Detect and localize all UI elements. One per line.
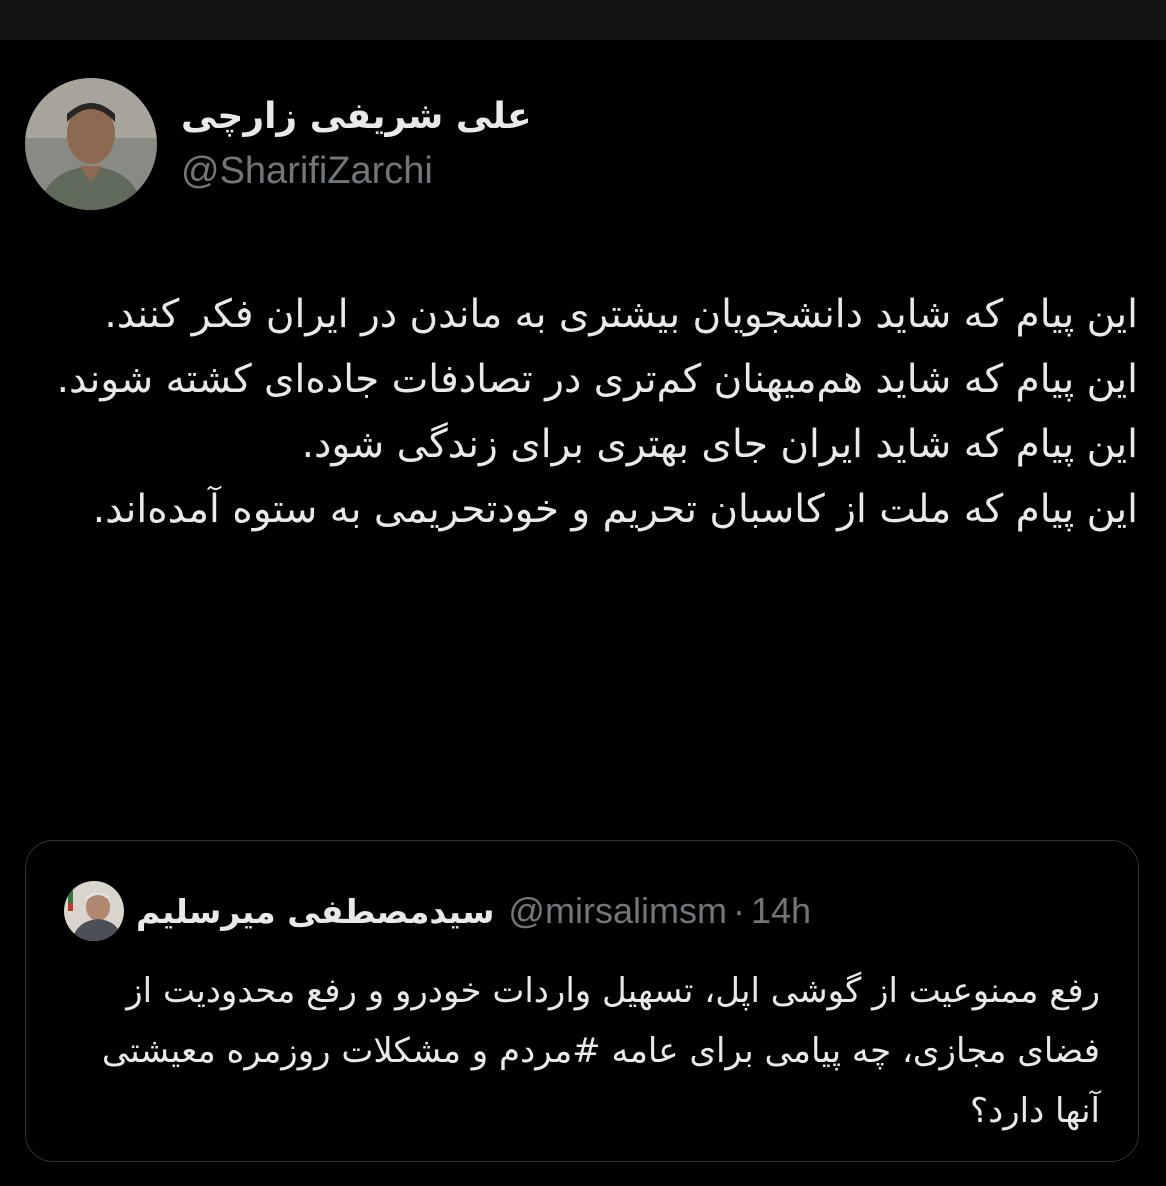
tweet-line: این پیام که شاید دانشجویان بیشتری به مان… (104, 292, 1138, 337)
tweet-body: این پیام که شاید دانشجویان بیشتری به مان… (18, 282, 1138, 542)
quoted-author-handle[interactable]: @mirsalimsm (508, 890, 727, 932)
author-name[interactable]: علی شریفی زارچی (181, 96, 532, 137)
quoted-tweet-body: رفع ممنوعیت از گوشی اپل، تسهیل واردات خو… (101, 971, 1100, 1131)
quoted-author-name[interactable]: سیدمصطفی میرسلیم (136, 892, 494, 931)
tweet-line: این پیام که ملت از کاسبان تحریم و خودتحر… (92, 487, 1138, 532)
top-bar (0, 0, 1166, 40)
tweet-line: این پیام که شاید هم‌میهنان کم‌تری در تصا… (56, 357, 1138, 402)
tweet-author: علی شریفی زارچی @SharifiZarchi (25, 78, 725, 213)
quoted-tweet[interactable]: سیدمصطفی میرسلیم @mirsalimsm · 14h رفع م… (25, 840, 1139, 1162)
quoted-author-avatar[interactable] (64, 881, 124, 941)
quoted-timestamp[interactable]: 14h (751, 890, 811, 932)
quoted-tweet-text: رفع ممنوعیت از گوشی اپل، تسهیل واردات خو… (70, 961, 1100, 1141)
tweet-line: این پیام که شاید ایران جای بهتری برای زن… (301, 422, 1138, 467)
separator-dot: · (732, 890, 745, 931)
quoted-tweet-header: سیدمصطفی میرسلیم @mirsalimsm · 14h (64, 879, 811, 943)
author-avatar[interactable] (25, 78, 157, 210)
author-handle[interactable]: @SharifiZarchi (181, 150, 433, 193)
